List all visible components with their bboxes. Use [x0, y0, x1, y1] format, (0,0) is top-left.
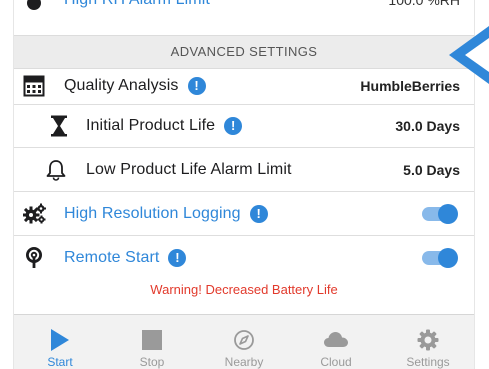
- settings-screen: High RH Alarm Limit 100.0 %RH ADVANCED S…: [14, 0, 474, 369]
- tab-nearby-label: Nearby: [224, 355, 264, 369]
- thermometer-icon: [26, 0, 42, 14]
- tab-nearby[interactable]: Nearby: [198, 315, 290, 369]
- hires-logging-label: High Resolution Logging: [64, 204, 241, 222]
- high-rh-alarm-label: High RH Alarm Limit: [64, 0, 210, 9]
- callout-arrow-icon: [449, 26, 489, 84]
- compass-icon: [198, 327, 290, 353]
- tab-stop[interactable]: Stop: [106, 315, 198, 369]
- tab-settings[interactable]: Settings: [382, 315, 474, 369]
- remote-start-info-icon[interactable]: !: [168, 249, 187, 267]
- tab-cloud-label: Cloud: [320, 355, 352, 369]
- play-icon: [14, 327, 106, 353]
- initial-product-life-label: Initial Product Life: [86, 117, 216, 134]
- settings-row-low-life-alarm[interactable]: Low Product Life Alarm Limit 5.0 Days: [14, 148, 474, 192]
- remote-start-label: Remote Start: [64, 249, 160, 266]
- hourglass-icon: [50, 115, 68, 137]
- hires-logging-info-icon[interactable]: !: [249, 204, 268, 223]
- tab-settings-label: Settings: [406, 355, 450, 369]
- battery-warning-text: Warning! Decreased Battery Life: [150, 282, 338, 297]
- remote-start-toggle-knob: [438, 248, 458, 268]
- settings-row-initial-product-life[interactable]: Initial Product Life ! 30.0 Days: [14, 105, 474, 148]
- remote-start-toggle[interactable]: [422, 248, 458, 268]
- gears-icon: [23, 203, 47, 225]
- tab-cloud[interactable]: Cloud: [290, 315, 382, 369]
- tab-start-label: Start: [47, 355, 73, 369]
- settings-row-high-rh-alarm[interactable]: High RH Alarm Limit 100.0 %RH: [14, 0, 474, 36]
- settings-row-remote-start[interactable]: Remote Start !: [14, 236, 474, 280]
- quality-analysis-info-icon[interactable]: !: [187, 77, 206, 95]
- quality-analysis-label: Quality Analysis: [64, 77, 179, 94]
- hires-logging-toggle-knob: [438, 203, 458, 224]
- stop-icon: [106, 327, 198, 353]
- cloud-icon: [290, 327, 382, 353]
- advanced-settings-header: ADVANCED SETTINGS: [14, 35, 474, 69]
- settings-row-hires-logging[interactable]: High Resolution Logging !: [14, 192, 474, 236]
- bottom-tab-bar: Start Stop Nearby Cloud Settings: [14, 314, 474, 369]
- calculator-icon: [23, 75, 45, 97]
- high-rh-alarm-value: 100.0 %RH: [388, 0, 460, 8]
- initial-product-life-value: 30.0 Days: [395, 118, 460, 134]
- low-life-alarm-value: 5.0 Days: [403, 161, 460, 178]
- initial-product-life-info-icon[interactable]: !: [224, 117, 243, 135]
- hires-logging-toggle[interactable]: [422, 203, 458, 224]
- low-life-alarm-label: Low Product Life Alarm Limit: [86, 160, 292, 178]
- tab-start[interactable]: Start: [14, 315, 106, 369]
- gear-icon: [382, 327, 474, 353]
- bell-icon: [46, 159, 66, 181]
- broadcast-icon: [24, 247, 44, 269]
- settings-row-quality-analysis[interactable]: Quality Analysis ! HumbleBerries: [14, 68, 474, 105]
- tab-stop-label: Stop: [139, 355, 165, 369]
